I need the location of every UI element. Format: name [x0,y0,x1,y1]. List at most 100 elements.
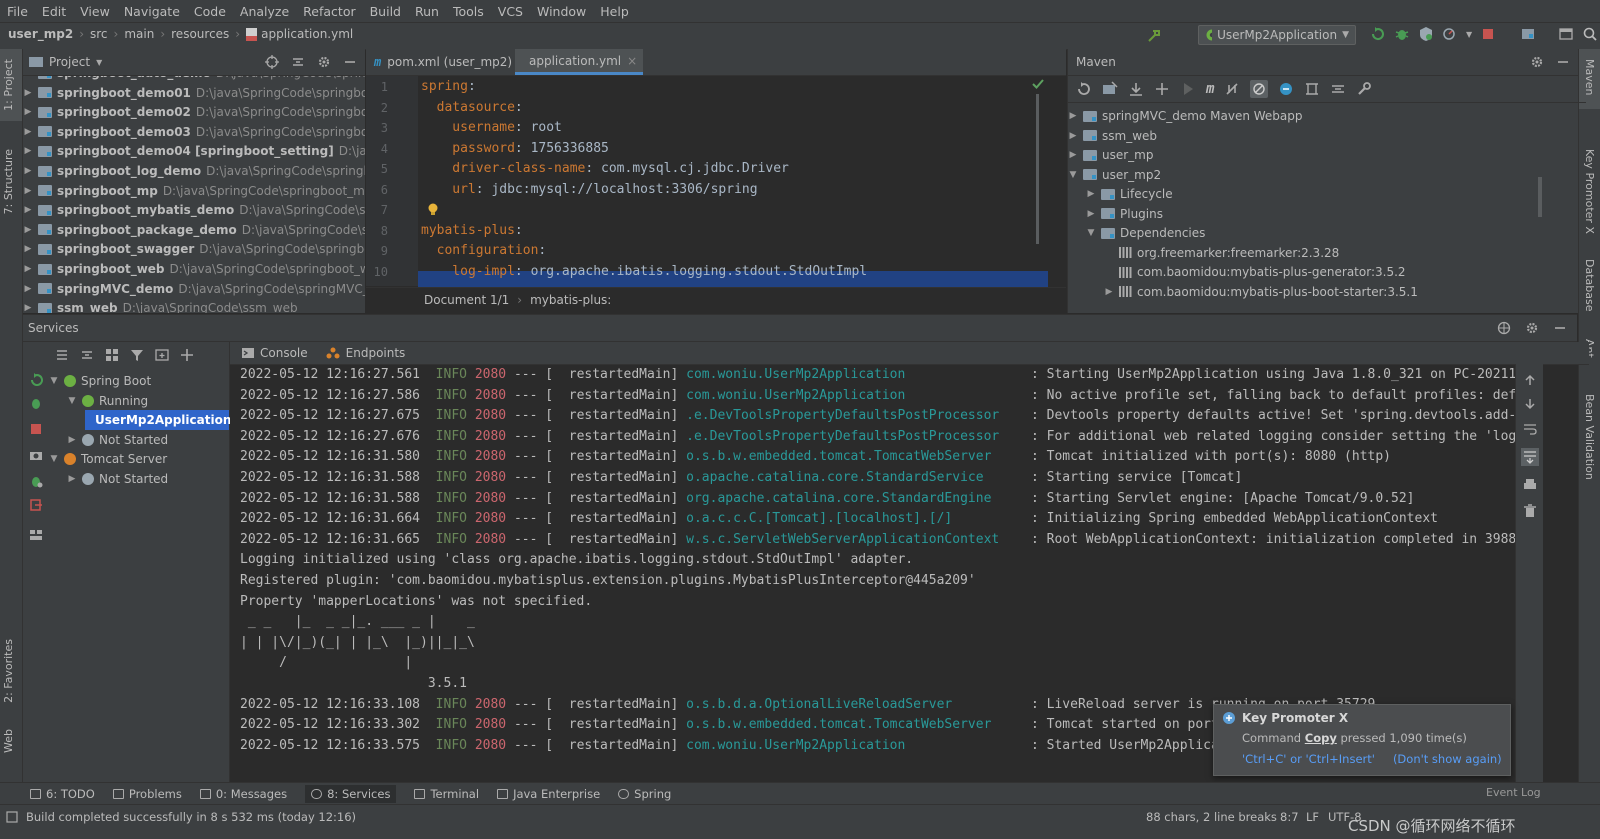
collapse-all-icon[interactable] [1330,81,1346,97]
stop-icon[interactable] [1480,26,1496,42]
menu-navigate[interactable]: Navigate [117,4,187,19]
maven-goal-icon[interactable]: m [1206,81,1214,97]
gear-icon[interactable] [1530,55,1544,69]
chevron-right-icon[interactable]: ▶ [23,127,33,137]
chevron-down-icon[interactable]: ▼ [1086,228,1096,238]
gear-icon[interactable] [1525,321,1539,335]
cursor-position[interactable]: 8:7 [1280,810,1299,824]
chevron-right-icon[interactable]: ▶ [67,474,77,484]
chevron-right-icon[interactable]: ▶ [67,435,77,445]
project-structure-icon[interactable] [1520,26,1536,42]
dont-show-again-link[interactable]: (Don't show again) [1393,752,1502,766]
skip-tests-icon[interactable] [1250,80,1269,98]
maven-tree-item[interactable]: ▼ Dependencies [1086,223,1206,243]
menu-build[interactable]: Build [363,4,408,19]
project-tree-item[interactable]: ▶ springboot_mp D:\java\SpringCode\springb… [23,181,365,201]
favorites-tool-tab[interactable]: 2: Favorites [2,639,15,703]
project-tree-item[interactable]: ▶ springboot_mybatis_demo D:\java\SpringCo… [23,200,365,220]
debug-icon[interactable] [29,396,43,410]
show-dependencies-icon[interactable] [1278,81,1294,97]
chevron-right-icon[interactable]: ▶ [23,303,33,313]
menu-analyze[interactable]: Analyze [233,4,296,19]
reload-icon[interactable] [1076,81,1092,97]
rerun-icon[interactable] [1370,26,1386,42]
breadcrumb-item[interactable]: main [124,27,154,41]
minimize-icon[interactable] [343,55,357,69]
chevron-right-icon[interactable]: ▶ [1086,209,1096,219]
chevron-down-icon[interactable]: ▼ [1466,30,1472,39]
close-icon[interactable]: × [627,54,637,68]
maven-tree-item[interactable]: ▶ ssm_web [1068,126,1157,146]
status-message[interactable]: Build completed successfully in 8 s 532 … [26,810,356,824]
lightbulb-icon[interactable] [426,202,440,216]
add-icon[interactable] [1154,81,1170,97]
new-tab-icon[interactable] [155,348,169,362]
maven-tree-item[interactable]: ▶ com.baomidou:mybatis-plus-boot-starter:… [1104,282,1418,302]
menu-vcs[interactable]: VCS [491,4,530,19]
tab-endpoints[interactable]: Endpoints [326,346,405,360]
arrow-down-icon[interactable] [1524,398,1536,410]
tool-tab-messages[interactable]: 0: Messages [199,787,287,801]
maven-tree-item[interactable]: ▶ springMVC_demo Maven Webapp [1068,106,1303,126]
profile-icon[interactable] [1442,26,1458,42]
chevron-down-icon[interactable]: ▼ [1068,170,1078,180]
chevron-down-icon[interactable]: ▼ [96,58,102,67]
soft-wrap-icon[interactable] [1523,422,1537,436]
chevron-right-icon[interactable]: ▶ [23,107,33,117]
download-icon[interactable] [1128,81,1144,97]
yaml-path[interactable]: mybatis-plus: [530,293,611,307]
tool-tab-services[interactable]: 8: Services [305,784,397,803]
maven-tree-item[interactable]: ▼ user_mp2 [1068,165,1162,185]
chevron-right-icon[interactable]: ▶ [1068,111,1078,121]
show-diagram-icon[interactable] [1304,81,1320,97]
maven-tree-item[interactable]: ▶ Lifecycle [1086,184,1173,204]
chevron-right-icon[interactable]: ▶ [23,186,33,196]
menu-code[interactable]: Code [187,4,233,19]
shortcut-link[interactable]: 'Ctrl+C' or 'Ctrl+Insert' [1242,752,1375,766]
add-service-icon[interactable] [180,348,194,362]
tool-tab-problems[interactable]: Problems [112,787,182,801]
menu-tools[interactable]: Tools [446,4,491,19]
toggle-offline-icon[interactable] [1224,81,1240,97]
layout-icon[interactable] [1558,26,1574,42]
chevron-right-icon[interactable]: ▶ [23,166,33,176]
line-separator[interactable]: LF [1306,810,1319,824]
service-tree-item[interactable]: UserMp2Application [85,410,231,431]
scroll-to-end-icon[interactable] [1520,448,1539,466]
minimize-icon[interactable] [1553,321,1567,335]
service-tree-item[interactable]: ▼ Tomcat Server [49,449,168,469]
collapse-all-icon[interactable] [80,348,94,362]
search-icon[interactable] [1582,26,1598,42]
menu-file[interactable]: File [0,4,35,19]
chevron-right-icon[interactable]: ▶ [1068,131,1078,141]
project-tree-item[interactable]: ▶ ssm_web D:\java\SpringCode\ssm_web [23,298,298,313]
breadcrumb-item[interactable]: user_mp2 [8,27,73,41]
chevron-down-icon[interactable]: ▼ [49,454,59,464]
maven-tree-item[interactable]: org.freemarker:freemarker:2.3.28 [1104,243,1339,263]
build-hammer-icon[interactable] [1146,28,1162,44]
chevron-right-icon[interactable]: ▶ [23,264,33,274]
print-icon[interactable] [1523,478,1537,492]
globe-icon[interactable] [1497,321,1511,335]
chevron-right-icon[interactable]: ▶ [1068,150,1078,160]
tab-pom-xml[interactable]: m pom.xml (user_mp2) × [366,49,528,75]
service-tree-item[interactable]: ▼ Running [67,391,149,411]
tool-tab-terminal[interactable]: Terminal [414,787,479,801]
tab-application-yml[interactable]: application.yml × [515,49,643,75]
menu-refactor[interactable]: Refactor [296,4,362,19]
event-log-button[interactable]: Event Log [1486,786,1541,799]
project-panel-title[interactable]: Project [49,55,90,69]
run-icon[interactable] [1180,81,1196,97]
maven-tree-item[interactable]: ▶ user_mp [1068,145,1154,165]
project-tree-item[interactable]: ▶ springboot_demo01 D:\java\SpringCode\spr… [23,83,365,103]
project-tree-item[interactable]: ▶ springboot_demo03 D:\java\SpringCode\spr… [23,122,365,142]
exit-icon[interactable] [29,498,43,512]
bean-validation-tool-tab[interactable]: Bean Validation [1583,394,1596,480]
group-by-icon[interactable] [105,348,119,362]
chevron-down-icon[interactable]: ▼ [49,376,59,386]
layout-icon[interactable] [29,528,43,542]
service-tree-item[interactable]: ▶ Not Started [67,430,169,450]
key-promoter-notification[interactable]: Key Promoter X Command Copy pressed 1,09… [1213,704,1511,776]
database-tool-tab[interactable]: Database [1583,259,1596,312]
maven-scrollbar[interactable] [1538,177,1542,217]
